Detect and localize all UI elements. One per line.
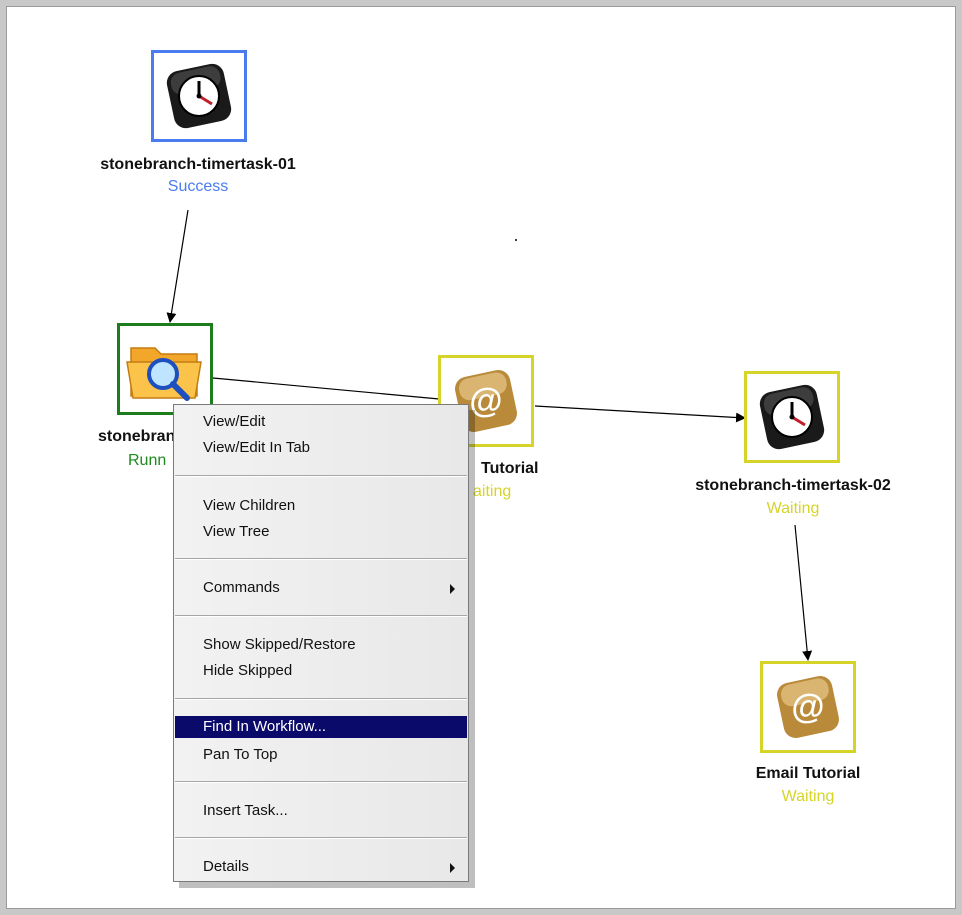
menu-separator [175,475,467,477]
menu-item-view-edit-in-tab[interactable]: View/Edit In Tab [175,437,467,459]
menu-item-view-children[interactable]: View Children [175,495,467,517]
menu-separator [175,558,467,560]
menu-item-commands[interactable]: Commands [175,577,467,599]
menu-item-pan-to-top[interactable]: Pan To Top [175,744,467,766]
node-file-monitor-status: Runn [128,452,167,469]
menu-item-hide-skipped[interactable]: Hide Skipped [175,660,467,682]
node-timer1-name: stonebranch-timertask-01 [100,156,296,173]
node-timer1-status: Success [167,178,229,195]
node-email1-status: aiting [473,483,512,500]
submenu-arrow-icon [450,584,455,594]
email-icon: @ [777,676,839,738]
svg-text:@: @ [469,382,502,420]
submenu-arrow-icon [450,863,455,873]
menu-separator [175,615,467,617]
menu-separator [175,698,467,700]
menu-item-view-tree[interactable]: View Tree [175,521,467,543]
node-timer2-name: stonebranch-timertask-02 [695,477,891,494]
node-email2-name: Email Tutorial [755,765,861,782]
node-timer1[interactable] [151,50,247,142]
svg-text:@: @ [791,688,824,726]
menu-separator [175,837,467,839]
node-timer2[interactable] [744,371,840,463]
clock-icon [759,384,825,450]
menu-item-details[interactable]: Details [175,856,467,878]
menu-separator [175,781,467,783]
node-email2[interactable]: @ [760,661,856,753]
menu-item-find-in-workflow[interactable]: Find In Workflow... [175,716,467,738]
node-email1-name: Tutorial [481,460,539,477]
node-email2-status: Waiting [781,788,835,805]
menu-item-show-skipped-restore[interactable]: Show Skipped/Restore [175,634,467,656]
menu-item-view-edit[interactable]: View/Edit [175,411,467,433]
node-file-monitor[interactable] [117,323,213,415]
node-timer2-status: Waiting [766,500,820,517]
menu-item-details-label: Details [203,858,249,875]
clock-icon [166,63,232,129]
menu-item-commands-label: Commands [203,579,280,596]
menu-item-insert-task[interactable]: Insert Task... [175,800,467,822]
folder-search-icon [126,347,202,401]
context-menu: View/Edit View/Edit In Tab View Children… [173,404,469,882]
